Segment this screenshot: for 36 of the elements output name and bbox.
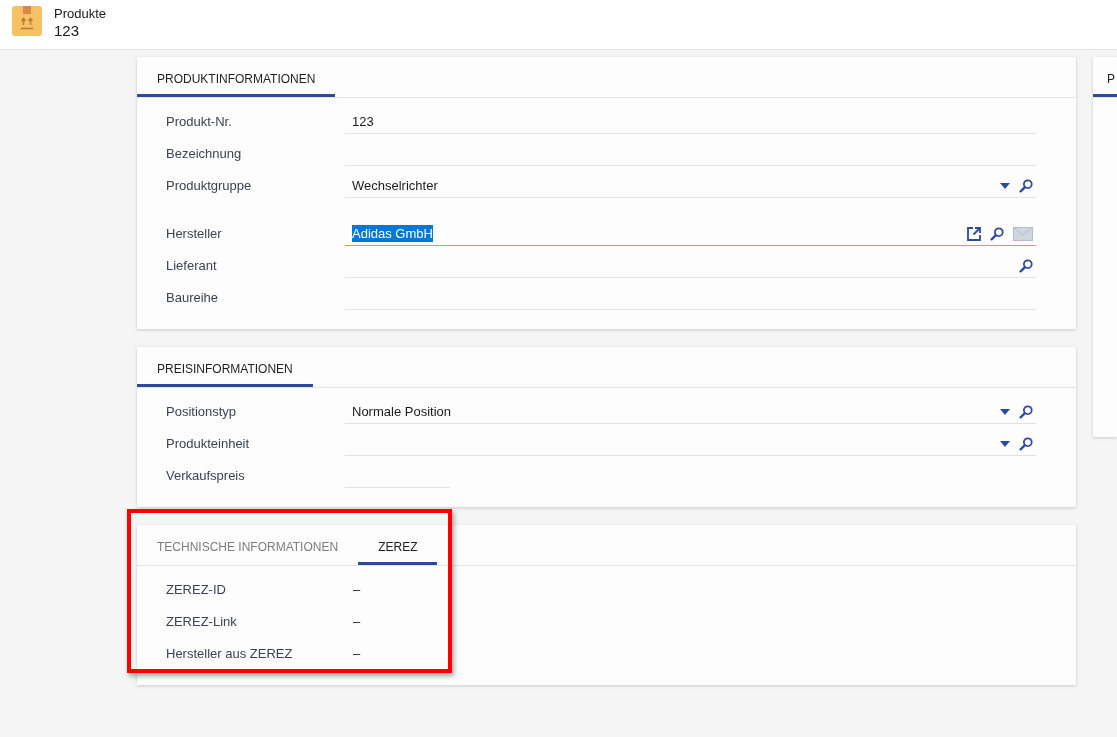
external-link-icon[interactable] [967,226,981,241]
caret-icon[interactable] [1000,408,1010,415]
field-label: Verkaufspreis [166,467,245,486]
search-icon[interactable] [1019,404,1033,419]
tab[interactable]: ZEREZ [358,525,438,565]
input-field[interactable]: 123 [345,102,1036,134]
caret-icon[interactable] [1000,182,1010,189]
tab[interactable]: PRODUKTINFORMATIONEN [137,57,336,97]
field-label: Hersteller [166,225,222,244]
field-label: Hersteller aus ZEREZ [166,645,293,664]
input-field[interactable]: Adidas GmbH [345,214,1036,246]
field-label: ZEREZ-ID [166,581,226,600]
input-field[interactable]: Normale Position [345,392,1036,424]
field-value: – [353,581,361,600]
search-icon[interactable] [1019,258,1033,273]
page-title: Produkte [54,6,107,22]
field-label: Produkt-Nr. [166,113,232,132]
input-field[interactable]: Wechselrichter [345,166,1036,198]
tab[interactable]: PREISINFORMATIONEN [137,347,313,387]
field-label: Produktgruppe [166,177,252,196]
field-value: – [353,613,361,632]
caret-icon[interactable] [1000,440,1010,447]
field-label: Produkteinheit [166,435,250,454]
field-label: Bezeichnung [166,145,242,164]
search-icon[interactable] [1019,178,1033,193]
search-icon[interactable] [990,226,1004,241]
tab[interactable]: P [1093,57,1117,97]
tab[interactable]: TECHNISCHE INFORMATIONEN [137,525,359,565]
field-label: Positionstyp [166,403,237,422]
field-label: Baureihe [166,289,219,308]
field-label: ZEREZ-Link [166,613,237,632]
record-number: 123 [54,22,81,40]
field-value: – [353,645,361,664]
field-label: Lieferant [166,257,217,276]
search-icon[interactable] [1019,436,1033,451]
package-icon [12,6,42,36]
